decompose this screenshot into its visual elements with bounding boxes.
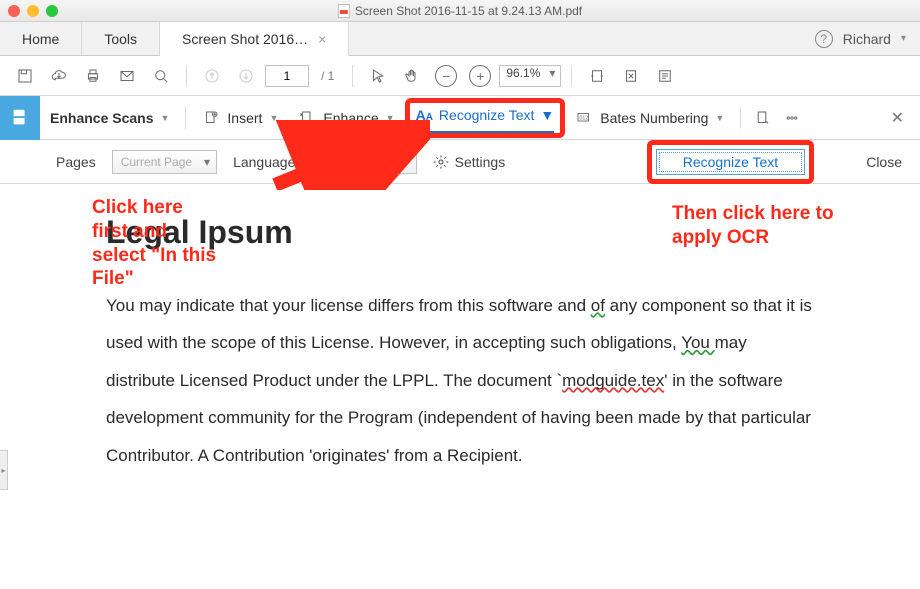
annotation-text-1: Click here first and select "In this Fil… xyxy=(92,196,222,291)
cloud-icon[interactable] xyxy=(44,61,74,91)
window-maximize-button[interactable] xyxy=(46,5,58,17)
enhance-scans-icon xyxy=(0,96,40,140)
recognize-text-button[interactable]: Recognize Text xyxy=(656,149,805,175)
toolbar-close-button[interactable]: ✕ xyxy=(875,108,920,128)
document-settings-icon[interactable] xyxy=(747,103,777,133)
language-label: Language: xyxy=(233,154,299,170)
page-number-input[interactable] xyxy=(265,65,309,87)
enhance-menu[interactable]: Enhance▼ xyxy=(288,103,404,133)
page-down-icon[interactable] xyxy=(231,61,261,91)
enhance-label: Enhance xyxy=(323,110,378,126)
save-icon[interactable] xyxy=(10,61,40,91)
recognize-text-label: Recognize Text xyxy=(439,107,534,123)
document-text-grammar: of xyxy=(591,296,605,315)
pdf-file-icon xyxy=(338,4,350,18)
zoom-in-icon[interactable]: + xyxy=(465,61,495,91)
language-value: English (US) xyxy=(324,155,391,169)
pages-select[interactable]: Current Page xyxy=(112,150,217,174)
tab-tools[interactable]: Tools xyxy=(82,22,160,55)
tab-home[interactable]: Home xyxy=(0,22,82,55)
window-controls xyxy=(8,5,58,17)
recognize-text-button-highlighted: Recognize Text xyxy=(647,140,814,184)
fit-width-icon[interactable] xyxy=(582,61,612,91)
recognize-text-menu[interactable]: AA Recognize Text ▼ xyxy=(416,103,555,133)
language-select[interactable]: English (US) xyxy=(315,150,416,174)
settings-label: Settings xyxy=(455,154,506,170)
recognize-text-options-toolbar: Pages Current Page Language: English (US… xyxy=(0,140,920,184)
zoom-out-icon[interactable]: − xyxy=(431,61,461,91)
user-name-label: Richard xyxy=(843,31,891,47)
user-menu[interactable]: ? Richard ▾ xyxy=(801,22,920,55)
page-up-icon[interactable] xyxy=(197,61,227,91)
svg-text:012: 012 xyxy=(580,115,589,121)
tab-close-icon[interactable]: × xyxy=(318,31,326,47)
more-options-icon[interactable] xyxy=(777,103,807,133)
print-icon[interactable] xyxy=(78,61,108,91)
window-titlebar: Screen Shot 2016-11-15 at 9.24.13 AM.pdf xyxy=(0,0,920,22)
window-title: Screen Shot 2016-11-15 at 9.24.13 AM.pdf xyxy=(338,4,582,18)
fit-page-icon[interactable] xyxy=(616,61,646,91)
tab-document-label: Screen Shot 2016… xyxy=(182,31,308,47)
pages-value: Current Page xyxy=(121,155,192,169)
page-total-label: / 1 xyxy=(313,69,342,83)
document-text-grammar: You xyxy=(681,333,714,352)
insert-label: Insert xyxy=(227,110,262,126)
mail-icon[interactable] xyxy=(112,61,142,91)
settings-button[interactable]: Settings xyxy=(433,154,506,170)
side-panel-toggle[interactable]: ▸ xyxy=(0,450,8,490)
recognize-text-button-label: Recognize Text xyxy=(683,154,778,170)
tab-document[interactable]: Screen Shot 2016… × xyxy=(160,22,349,56)
main-toolbar: / 1 − + 96.1% xyxy=(0,56,920,96)
annotation-text-2: Then click here to apply OCR xyxy=(672,202,872,250)
zoom-select[interactable]: 96.1% xyxy=(499,65,561,87)
tab-bar: Home Tools Screen Shot 2016… × ? Richard… xyxy=(0,22,920,56)
document-text-spelling: modguide.tex xyxy=(562,371,664,390)
document-paragraph: You may indicate that your license diffe… xyxy=(106,287,816,474)
selection-arrow-icon[interactable] xyxy=(363,61,393,91)
window-title-text: Screen Shot 2016-11-15 at 9.24.13 AM.pdf xyxy=(355,4,582,18)
search-icon[interactable] xyxy=(146,61,176,91)
pages-label: Pages xyxy=(56,154,96,170)
read-mode-icon[interactable] xyxy=(650,61,680,91)
close-button[interactable]: Close xyxy=(866,154,902,170)
tab-home-label: Home xyxy=(22,31,59,47)
enhance-scans-toolbar: Enhance Scans▼ Insert▼ Enhance▼ AA Recog… xyxy=(0,96,920,140)
hand-pan-icon[interactable] xyxy=(397,61,427,91)
tab-tools-label: Tools xyxy=(104,31,137,47)
window-close-button[interactable] xyxy=(8,5,20,17)
enhance-scans-menu[interactable]: Enhance Scans▼ xyxy=(40,103,179,133)
help-icon[interactable]: ? xyxy=(815,30,833,48)
enhance-scans-label: Enhance Scans xyxy=(50,110,154,126)
gear-icon xyxy=(433,154,449,170)
insert-menu[interactable]: Insert▼ xyxy=(192,103,288,133)
user-menu-caret-icon: ▾ xyxy=(901,33,906,44)
recognize-text-highlighted: AA Recognize Text ▼ xyxy=(405,98,566,138)
document-text: You may indicate that your license diffe… xyxy=(106,296,591,315)
zoom-value: 96.1% xyxy=(506,66,540,80)
bates-numbering-menu[interactable]: 012 Bates Numbering▼ xyxy=(565,103,734,133)
bates-label: Bates Numbering xyxy=(600,110,708,126)
recognize-text-aa-icon: AA xyxy=(416,107,433,123)
window-minimize-button[interactable] xyxy=(27,5,39,17)
